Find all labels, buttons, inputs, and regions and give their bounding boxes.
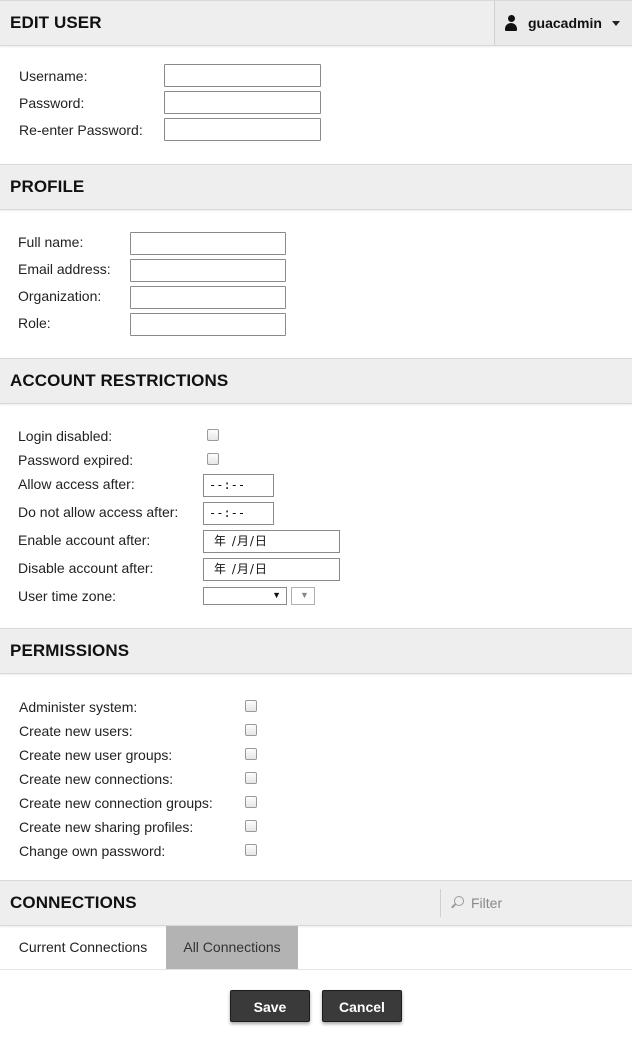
create-new-connections-checkbox[interactable] (245, 772, 257, 784)
password-expired-label: Password expired: (18, 452, 134, 468)
organization-input[interactable] (130, 286, 286, 309)
email-address-label: Email address: (18, 261, 111, 277)
connections-header: CONNECTIONS (0, 880, 632, 926)
allow-access-after-label: Allow access after: (18, 476, 135, 492)
create-new-user-groups-checkbox[interactable] (245, 748, 257, 760)
change-own-password-label: Change own password: (19, 843, 166, 859)
permissions-title: PERMISSIONS (10, 641, 130, 660)
disable-account-after-label: Disable account after: (18, 560, 154, 576)
role-label: Role: (18, 315, 51, 331)
create-new-connections-label: Create new connections: (19, 771, 174, 787)
tab-current-connections[interactable]: Current Connections (0, 926, 166, 969)
password-expired-checkbox[interactable] (207, 453, 219, 465)
do-not-allow-access-after-input[interactable]: --:-- (203, 502, 274, 525)
email-address-input[interactable] (130, 259, 286, 282)
do-not-allow-access-after-label: Do not allow access after: (18, 504, 179, 520)
edit-user-title: EDIT USER (10, 13, 102, 32)
reenter-password-label: Re-enter Password: (19, 122, 143, 138)
change-own-password-checkbox[interactable] (245, 844, 257, 856)
filter-field[interactable] (440, 889, 632, 917)
user-time-zone-label: User time zone: (18, 588, 117, 604)
user-menu-username: guacadmin (528, 15, 602, 31)
password-label: Password: (19, 95, 85, 111)
reenter-password-input[interactable] (164, 118, 321, 141)
create-new-connection-groups-label: Create new connection groups: (19, 795, 213, 811)
dropdown-arrow-icon: ▼ (272, 590, 281, 600)
account-restrictions-header: ACCOUNT RESTRICTIONS (0, 358, 632, 404)
search-icon (451, 896, 465, 910)
role-input[interactable] (130, 313, 286, 336)
administer-system-label: Administer system: (19, 699, 138, 715)
connections-title: CONNECTIONS (10, 893, 137, 912)
dropdown-arrow-icon: ▼ (300, 590, 309, 600)
account-restrictions-title: ACCOUNT RESTRICTIONS (10, 371, 229, 390)
time-zone-select[interactable]: ▼ (291, 587, 315, 605)
chevron-down-icon (612, 21, 620, 26)
password-input[interactable] (164, 91, 321, 114)
login-disabled-checkbox[interactable] (207, 429, 219, 441)
profile-header: PROFILE (0, 164, 632, 210)
allow-access-after-input[interactable]: --:-- (203, 474, 274, 497)
full-name-input[interactable] (130, 232, 286, 255)
username-label: Username: (19, 68, 88, 84)
user-icon (505, 15, 517, 31)
create-new-user-groups-label: Create new user groups: (19, 747, 173, 763)
create-new-users-checkbox[interactable] (245, 724, 257, 736)
time-zone-region-select[interactable]: ▼ (203, 587, 287, 605)
profile-title: PROFILE (10, 177, 85, 196)
enable-account-after-input[interactable]: 年 /月/日 (203, 530, 340, 553)
edit-user-header: EDIT USER guacadmin (0, 0, 632, 46)
tab-all-connections[interactable]: All Connections (166, 926, 298, 969)
disable-account-after-input[interactable]: 年 /月/日 (203, 558, 340, 581)
save-button[interactable]: Save (230, 990, 310, 1022)
connections-tabs: Current Connections All Connections (0, 926, 632, 970)
user-menu[interactable]: guacadmin (494, 1, 632, 45)
permissions-header: PERMISSIONS (0, 628, 632, 674)
filter-input[interactable] (471, 891, 621, 915)
username-input[interactable] (164, 64, 321, 87)
create-new-users-label: Create new users: (19, 723, 133, 739)
cancel-button[interactable]: Cancel (322, 990, 402, 1022)
login-disabled-label: Login disabled: (18, 428, 113, 444)
full-name-label: Full name: (18, 234, 84, 250)
create-new-sharing-profiles-checkbox[interactable] (245, 820, 257, 832)
administer-system-checkbox[interactable] (245, 700, 257, 712)
organization-label: Organization: (18, 288, 102, 304)
create-new-sharing-profiles-label: Create new sharing profiles: (19, 819, 194, 835)
enable-account-after-label: Enable account after: (18, 532, 151, 548)
create-new-connection-groups-checkbox[interactable] (245, 796, 257, 808)
